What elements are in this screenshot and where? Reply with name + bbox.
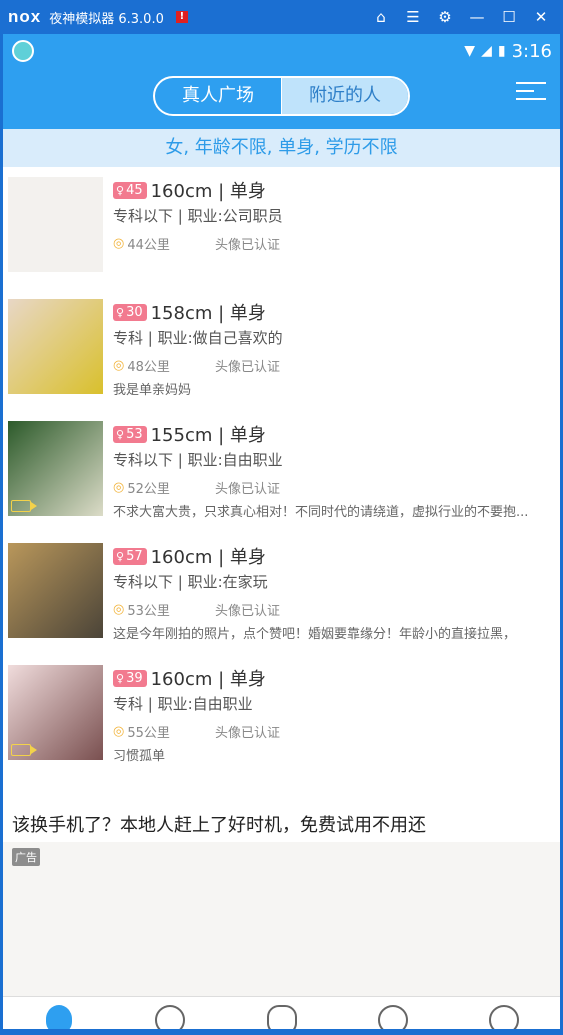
filter-summary[interactable]: 女, 年龄不限, 单身, 学历不限 bbox=[3, 129, 560, 167]
wifi-icon: ▼ bbox=[464, 43, 476, 59]
avatar-verified: 头像已认证 bbox=[215, 603, 281, 619]
status-bar: ▼ ◢ ▮ 3:16 bbox=[3, 34, 560, 68]
menu-icon[interactable]: ☰ bbox=[397, 0, 429, 34]
female-icon: ♀ bbox=[116, 549, 125, 563]
avatar-verified: 头像已认证 bbox=[215, 725, 281, 741]
education-job: 专科以下 | 职业:在家玩 bbox=[113, 573, 268, 591]
female-icon: ♀ bbox=[116, 671, 125, 685]
distance: 48公里 bbox=[127, 359, 170, 375]
bio: 我是单亲妈妈 bbox=[113, 383, 192, 398]
profile-icon bbox=[489, 1005, 520, 1029]
profile-card[interactable]: ♀ 39 160cm | 单身专科 | 职业:自由职业 ◎ 55公里 头像已认证习惯孤单 bbox=[3, 655, 560, 777]
tab-discover[interactable]: 发现 bbox=[337, 997, 448, 1029]
avatar-verified: 头像已认证 bbox=[215, 237, 281, 253]
tab-friends[interactable]: 像友 bbox=[114, 997, 225, 1029]
education-job: 专科以下 | 职业:自由职业 bbox=[113, 451, 283, 469]
filter-search-icon[interactable] bbox=[516, 82, 546, 106]
profile-card[interactable]: ♀ 57 160cm | 单身专科以下 | 职业:在家玩 ◎ 53公里 头像已认证这是今年… bbox=[3, 533, 560, 655]
age-badge: ♀ 57 bbox=[113, 547, 147, 565]
location-pin-icon: ◎ bbox=[113, 235, 125, 251]
height-status: 160cm | 单身 bbox=[150, 547, 266, 568]
profile-photo[interactable] bbox=[8, 177, 103, 272]
tab-nearby[interactable]: 附近的人 bbox=[281, 78, 408, 114]
profile-photo[interactable] bbox=[8, 543, 103, 638]
emulator-title-bar: nox 夜神模拟器 6.3.0.0 ! ⌂ ☰ ⚙ — ☐ ✕ bbox=[0, 0, 563, 34]
age-badge: ♀ 45 bbox=[113, 181, 147, 199]
distance: 53公里 bbox=[127, 603, 170, 619]
header: 真人广场 附近的人 bbox=[3, 68, 560, 129]
app-notification-icon bbox=[12, 40, 34, 62]
age-badge: ♀ 53 bbox=[113, 425, 147, 443]
profile-card[interactable]: ♀ 30 158cm | 单身专科 | 职业:做自己喜欢的 ◎ 48公里 头像已认证我是单… bbox=[3, 289, 560, 411]
phone-screen: ▼ ◢ ▮ 3:16 真人广场 附近的人 女, 年龄不限, 单身, 学历不限 ♀… bbox=[3, 34, 560, 1029]
tab-me[interactable]: 我的 bbox=[449, 997, 560, 1029]
profile-photo[interactable] bbox=[8, 421, 103, 516]
video-icon bbox=[11, 500, 37, 512]
profile-card[interactable]: ♀ 45 160cm | 单身专科以下 | 职业:公司职员 ◎ 44公里 头像已认证 bbox=[3, 167, 560, 289]
tab-real-square[interactable]: 真人广场 bbox=[155, 78, 281, 114]
location-pin-icon: ◎ bbox=[113, 479, 125, 495]
tab-moments[interactable]: 动态 bbox=[226, 997, 337, 1029]
ad-title[interactable]: 该换手机了？本地人赶上了好时机，免费试用不用还 bbox=[12, 811, 426, 837]
chat-icon bbox=[155, 1005, 186, 1029]
warning-icon[interactable]: ! bbox=[175, 11, 188, 23]
height-status: 160cm | 单身 bbox=[150, 181, 266, 202]
bio: 习惯孤单 bbox=[113, 749, 166, 764]
compass-icon bbox=[377, 1005, 408, 1029]
age-badge: ♀ 30 bbox=[113, 303, 147, 321]
minimize-icon[interactable]: — bbox=[461, 0, 493, 34]
maximize-icon[interactable]: ☐ bbox=[493, 0, 525, 34]
profile-photo[interactable] bbox=[8, 299, 103, 394]
female-icon: ♀ bbox=[116, 427, 125, 441]
height-status: 155cm | 单身 bbox=[150, 425, 266, 446]
location-pin-icon: ◎ bbox=[113, 723, 125, 739]
tab-xiangxiang[interactable]: 像像 bbox=[3, 997, 114, 1029]
location-pin-icon: ◎ bbox=[113, 601, 125, 617]
ad-tag: 广告 bbox=[12, 848, 40, 866]
clover-icon bbox=[266, 1005, 297, 1029]
emulator-title: 夜神模拟器 6.3.0.0 bbox=[49, 11, 164, 27]
profile-list: ♀ 45 160cm | 单身 专科以下 | 职业:公司职员 ◎ 44公里 头像已认证 ♀ 30… bbox=[3, 167, 560, 777]
status-time: 3:16 bbox=[511, 40, 552, 62]
profile-photo[interactable] bbox=[8, 665, 103, 760]
bottom-tab-bar: 像像 像友 动态 发现 我的 bbox=[3, 996, 560, 1029]
shirt-icon[interactable]: ⌂ bbox=[365, 0, 397, 34]
tab-switch: 真人广场 附近的人 bbox=[153, 76, 410, 116]
battery-icon: ▮ bbox=[497, 43, 506, 59]
female-icon: ♀ bbox=[116, 183, 125, 197]
nox-logo: nox bbox=[8, 7, 42, 26]
avatar-verified: 头像已认证 bbox=[215, 359, 281, 375]
video-icon bbox=[11, 744, 37, 756]
height-status: 158cm | 单身 bbox=[150, 303, 266, 324]
profile-card[interactable]: ♀ 53 155cm | 单身专科以下 | 职业:自由职业 ◎ 52公里 头像已认证不求大… bbox=[3, 411, 560, 533]
avatar-verified: 头像已认证 bbox=[215, 481, 281, 497]
person-icon bbox=[45, 1005, 72, 1029]
ad-banner[interactable]: 广告 bbox=[3, 842, 560, 997]
bio: 这是今年刚拍的照片，点个赞吧！婚姻要靠缘分！年龄小的直接拉黑， bbox=[113, 627, 517, 642]
location-pin-icon: ◎ bbox=[113, 357, 125, 373]
education-job: 专科以下 | 职业:公司职员 bbox=[113, 207, 283, 225]
distance: 44公里 bbox=[127, 237, 170, 253]
gear-icon[interactable]: ⚙ bbox=[429, 0, 461, 34]
height-status: 160cm | 单身 bbox=[150, 669, 266, 690]
bio bbox=[113, 257, 556, 277]
signal-icon: ◢ bbox=[481, 43, 492, 59]
age-badge: ♀ 39 bbox=[113, 669, 147, 687]
distance: 55公里 bbox=[127, 725, 170, 741]
education-job: 专科 | 职业:做自己喜欢的 bbox=[113, 329, 283, 347]
distance: 52公里 bbox=[127, 481, 170, 497]
bio: 不求大富大贵，只求真心相对！不同时代的请绕道，虚拟行业的不要抱... bbox=[113, 505, 529, 520]
close-icon[interactable]: ✕ bbox=[525, 0, 557, 34]
education-job: 专科 | 职业:自由职业 bbox=[113, 695, 253, 713]
female-icon: ♀ bbox=[116, 305, 125, 319]
